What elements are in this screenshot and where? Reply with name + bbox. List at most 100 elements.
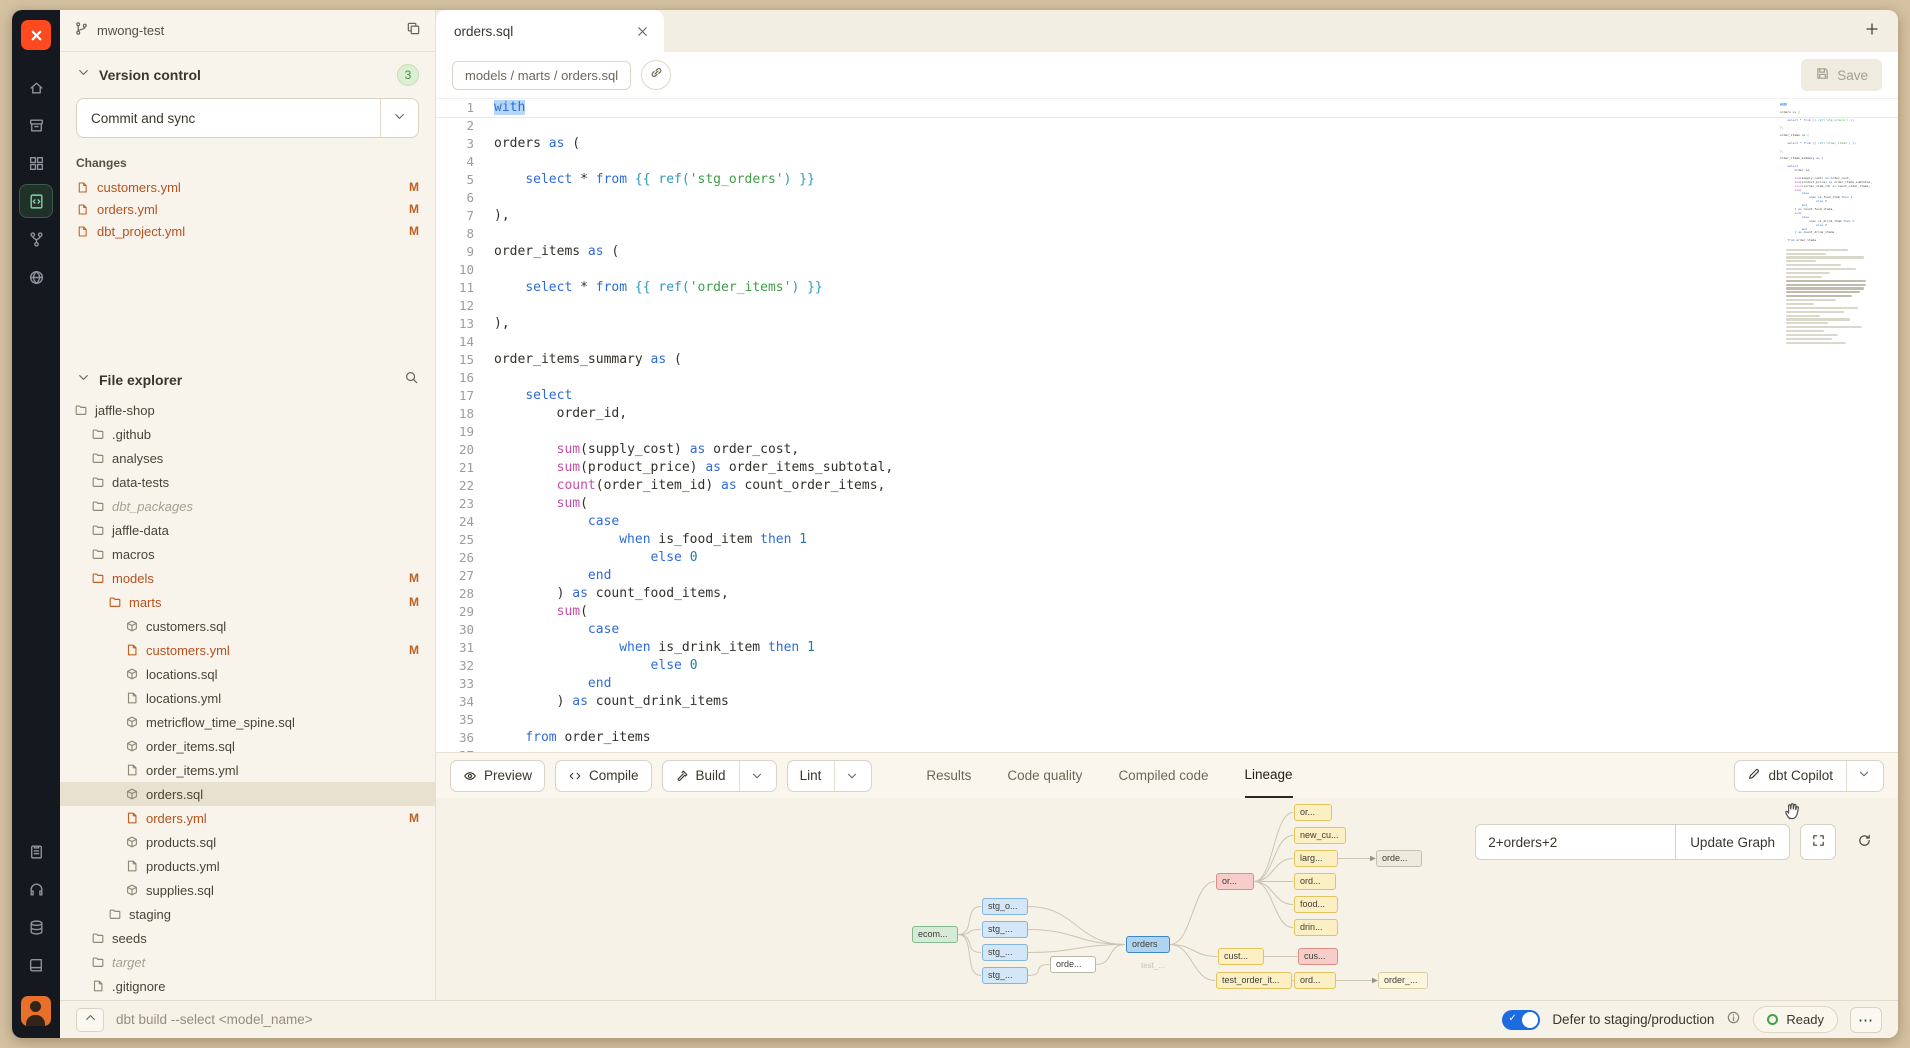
tree-item-dbt_packages[interactable]: dbt_packages <box>60 494 435 518</box>
code-line-5[interactable]: 5 select * from {{ ref('stg_orders') }} <box>436 171 1898 189</box>
tree-item-products.sql[interactable]: products.sql <box>60 830 435 854</box>
tab-results[interactable]: Results <box>926 753 971 798</box>
update-graph-button[interactable]: Update Graph <box>1675 824 1790 860</box>
changed-file-dbt_project.yml[interactable]: dbt_project.ymlM <box>76 220 419 242</box>
tree-item-orders.yml[interactable]: orders.ymlM <box>60 806 435 830</box>
defer-toggle[interactable]: ✓ <box>1502 1010 1540 1030</box>
tree-item-orders.sql[interactable]: orders.sql <box>60 782 435 806</box>
info-icon[interactable] <box>1726 1010 1741 1030</box>
code-line-32[interactable]: 32 else 0 <box>436 657 1898 675</box>
tree-item-macros[interactable]: macros <box>60 542 435 566</box>
lineage-node-food[interactable]: food... <box>1294 896 1338 913</box>
code-line-27[interactable]: 27 end <box>436 567 1898 585</box>
lineage-node-newcu[interactable]: new_cu... <box>1294 827 1346 844</box>
file-link-button[interactable] <box>641 60 671 90</box>
code-line-4[interactable]: 4 <box>436 153 1898 171</box>
lineage-node-drin[interactable]: drin... <box>1294 919 1338 936</box>
tree-item-seeds[interactable]: seeds <box>60 926 435 950</box>
code-line-30[interactable]: 30 case <box>436 621 1898 639</box>
code-line-35[interactable]: 35 <box>436 711 1898 729</box>
tree-item-jaffle-shop[interactable]: jaffle-shop <box>60 398 435 422</box>
code-line-1[interactable]: 1with <box>436 99 1898 117</box>
code-line-17[interactable]: 17 select <box>436 387 1898 405</box>
lineage-node-testord[interactable]: test_order_it... <box>1216 972 1292 989</box>
copy-icon[interactable] <box>406 21 421 41</box>
code-line-18[interactable]: 18 order_id, <box>436 405 1898 423</box>
user-avatar[interactable] <box>21 996 51 1026</box>
more-options-button[interactable]: ⋯ <box>1850 1007 1882 1033</box>
lineage-node-ordegray[interactable]: orde... <box>1376 850 1422 867</box>
code-editor[interactable]: 1with23orders as (45 select * from {{ re… <box>436 98 1898 752</box>
tab-lineage[interactable]: Lineage <box>1245 753 1293 798</box>
lineage-node-stg3[interactable]: stg_... <box>982 944 1028 961</box>
tree-item-.github[interactable]: .github <box>60 422 435 446</box>
code-line-36[interactable]: 36 from order_items <box>436 729 1898 747</box>
preview-button[interactable]: Preview <box>450 760 545 792</box>
tree-item-jaffle-data[interactable]: jaffle-data <box>60 518 435 542</box>
copilot-dropdown[interactable] <box>1846 761 1871 791</box>
code-line-6[interactable]: 6 <box>436 189 1898 207</box>
status-badge[interactable]: Ready <box>1753 1006 1838 1033</box>
lineage-node-orderlast[interactable]: order_... <box>1378 972 1428 989</box>
tree-item-customers.sql[interactable]: customers.sql <box>60 614 435 638</box>
build-button[interactable]: Build <box>662 760 777 792</box>
tree-item-customers.yml[interactable]: customers.ymlM <box>60 638 435 662</box>
rail-clipboard[interactable] <box>19 834 53 868</box>
code-line-7[interactable]: 7), <box>436 207 1898 225</box>
fullscreen-button[interactable] <box>1800 824 1836 860</box>
lineage-node-stg4[interactable]: stg_... <box>982 967 1028 984</box>
lineage-node-cust[interactable]: cust... <box>1218 948 1264 965</box>
lineage-node-ecom[interactable]: ecom... <box>912 926 958 943</box>
code-line-28[interactable]: 28 ) as count_food_items, <box>436 585 1898 603</box>
editor-tab-orders.sql[interactable]: orders.sql <box>436 10 664 52</box>
tab-code-quality[interactable]: Code quality <box>1007 753 1082 798</box>
lineage-node-orpink[interactable]: or... <box>1216 873 1254 890</box>
code-line-13[interactable]: 13), <box>436 315 1898 333</box>
search-icon[interactable] <box>404 370 419 390</box>
chevron-down-icon[interactable] <box>76 370 91 390</box>
rail-archive[interactable] <box>19 108 53 142</box>
lineage-node-ordew[interactable]: orde... <box>1050 956 1096 973</box>
lineage-node-ord2[interactable]: ord... <box>1294 972 1336 989</box>
code-line-11[interactable]: 11 select * from {{ ref('order_items') }… <box>436 279 1898 297</box>
code-line-34[interactable]: 34 ) as count_drink_items <box>436 693 1898 711</box>
tree-item-supplies.sql[interactable]: supplies.sql <box>60 878 435 902</box>
rail-book[interactable] <box>19 948 53 982</box>
dbt-logo[interactable] <box>21 20 51 50</box>
commit-and-sync-button[interactable]: Commit and sync <box>76 98 419 138</box>
tree-item-analyses[interactable]: analyses <box>60 446 435 470</box>
code-line-23[interactable]: 23 sum( <box>436 495 1898 513</box>
code-line-14[interactable]: 14 <box>436 333 1898 351</box>
tree-item-marts[interactable]: martsM <box>60 590 435 614</box>
code-line-8[interactable]: 8 <box>436 225 1898 243</box>
code-line-10[interactable]: 10 <box>436 261 1898 279</box>
code-line-3[interactable]: 3orders as ( <box>436 135 1898 153</box>
rail-grid[interactable] <box>19 146 53 180</box>
build-dropdown[interactable] <box>739 761 764 791</box>
tree-item-order_items.sql[interactable]: order_items.sql <box>60 734 435 758</box>
code-line-26[interactable]: 26 else 0 <box>436 549 1898 567</box>
code-line-21[interactable]: 21 sum(product_price) as order_items_sub… <box>436 459 1898 477</box>
lineage-selector-input[interactable] <box>1475 824 1675 860</box>
new-tab-button[interactable] <box>1864 21 1880 42</box>
tab-compiled-code[interactable]: Compiled code <box>1118 753 1208 798</box>
code-line-16[interactable]: 16 <box>436 369 1898 387</box>
dbt-copilot-button[interactable]: dbt Copilot <box>1734 760 1884 792</box>
code-line-29[interactable]: 29 sum( <box>436 603 1898 621</box>
tree-item-staging[interactable]: staging <box>60 902 435 926</box>
rail-database[interactable] <box>19 910 53 944</box>
rail-code-editor[interactable] <box>19 184 53 218</box>
tree-item-data-tests[interactable]: data-tests <box>60 470 435 494</box>
code-line-2[interactable]: 2 <box>436 117 1898 135</box>
code-line-9[interactable]: 9order_items as ( <box>436 243 1898 261</box>
save-button[interactable]: Save <box>1801 59 1882 91</box>
lint-dropdown[interactable] <box>834 761 859 791</box>
rail-home[interactable] <box>19 70 53 104</box>
lineage-node-stg2[interactable]: stg_... <box>982 921 1028 938</box>
code-line-37[interactable]: 37 <box>436 747 1898 752</box>
lineage-node-larg[interactable]: larg... <box>1294 850 1338 867</box>
code-line-22[interactable]: 22 count(order_item_id) as count_order_i… <box>436 477 1898 495</box>
rail-headset[interactable] <box>19 872 53 906</box>
commit-dropdown[interactable] <box>380 99 418 137</box>
tree-item-locations.yml[interactable]: locations.yml <box>60 686 435 710</box>
